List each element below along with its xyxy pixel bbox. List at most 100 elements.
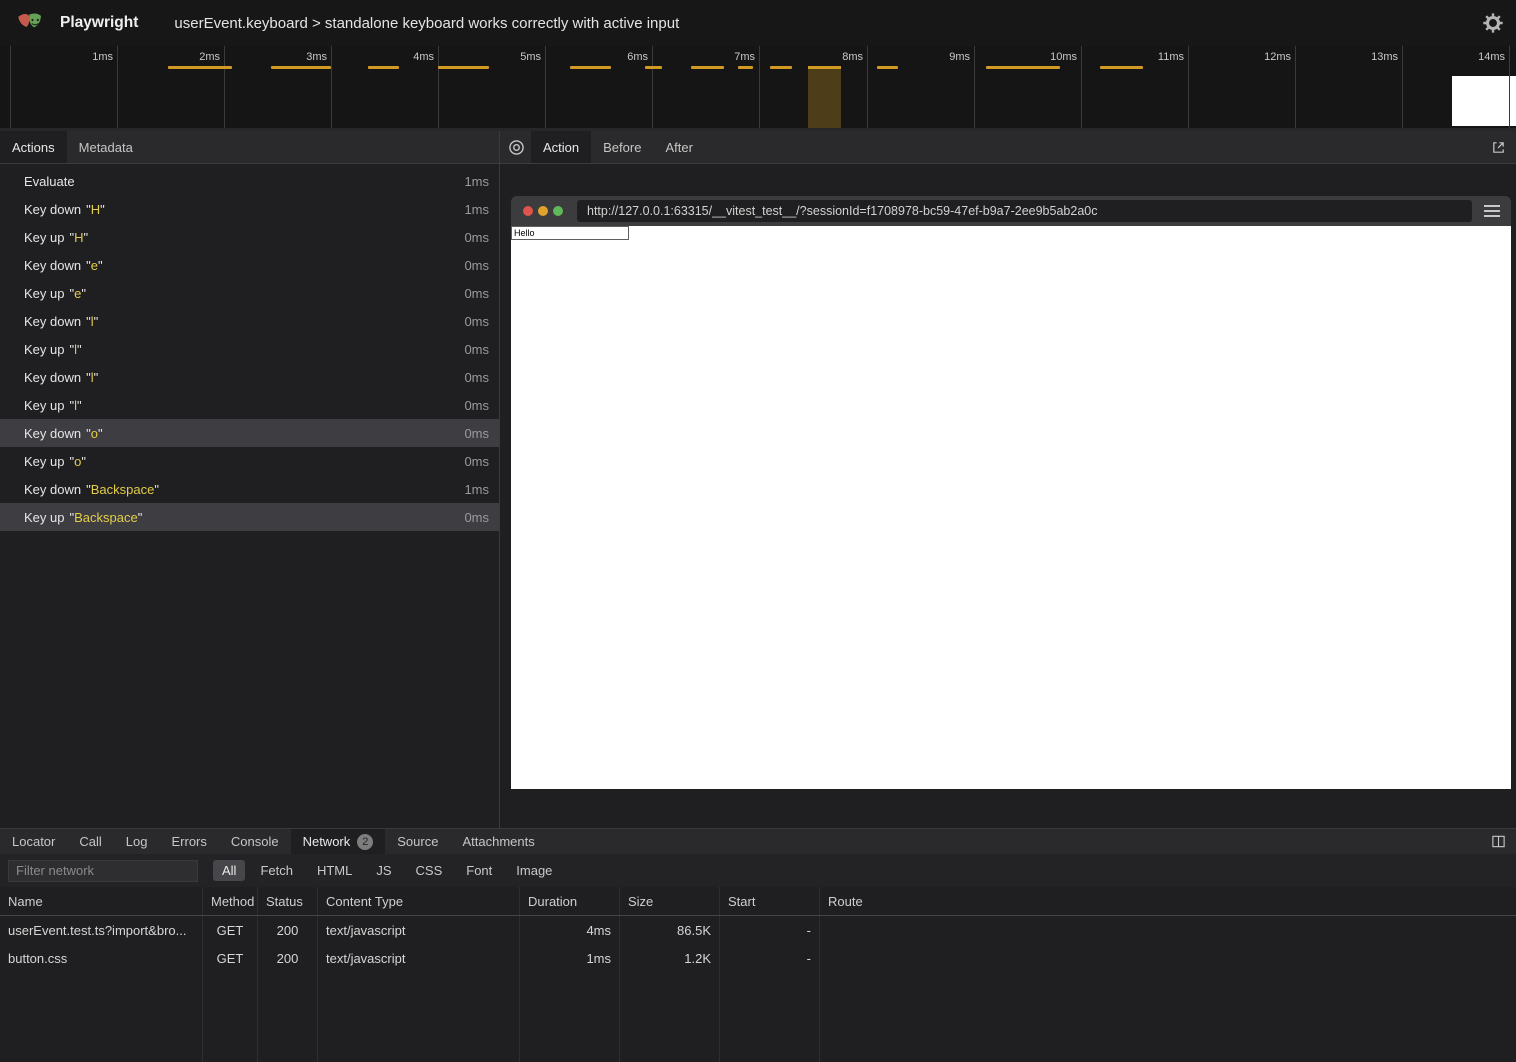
cell-duration: 1ms — [520, 944, 620, 972]
action-key: "H" — [69, 230, 88, 245]
cell-name: userEvent.test.ts?import&bro... — [0, 916, 203, 944]
timeline-gridline — [974, 46, 975, 128]
timeline-action-tick — [570, 66, 611, 69]
cell-method: GET — [203, 944, 258, 972]
column-header-method[interactable]: Method — [203, 887, 258, 915]
main-area: ActionsMetadata Evaluate "" 1ms Key down… — [0, 131, 1516, 828]
filler-cell — [258, 972, 318, 1062]
tab-source[interactable]: Source — [385, 829, 450, 854]
action-key: "H" — [86, 202, 105, 217]
tab-metadata[interactable]: Metadata — [67, 131, 145, 163]
cell-name: button.css — [0, 944, 203, 972]
action-title: Key down — [24, 202, 81, 217]
cell-size: 86.5K — [620, 916, 720, 944]
timeline-gridline — [10, 46, 11, 128]
timeline-label: 2ms — [160, 51, 220, 63]
action-list-item[interactable]: Key up "l" 0ms — [0, 391, 499, 419]
column-header-start[interactable]: Start — [720, 887, 820, 915]
action-list-item[interactable]: Key down "l" 0ms — [0, 363, 499, 391]
filler-cell — [520, 972, 620, 1062]
resource-type-filters: All Fetch HTML JS CSSFont Image — [213, 860, 561, 881]
tab-locator[interactable]: Locator — [0, 829, 67, 854]
tab-console[interactable]: Console — [219, 829, 291, 854]
actions-tabstrip: ActionsMetadata — [0, 131, 499, 164]
filter-chip-all[interactable]: All — [213, 860, 245, 881]
actions-panel: ActionsMetadata Evaluate "" 1ms Key down… — [0, 131, 500, 828]
filler-cell — [203, 972, 258, 1062]
pick-locator-target-icon[interactable] — [500, 131, 531, 163]
timeline[interactable]: 1ms2ms3ms4ms5ms6ms7ms8ms9ms10ms11ms12ms1… — [0, 46, 1516, 131]
action-key: "Backspace" — [86, 482, 159, 497]
filter-chip-image[interactable]: Image — [507, 860, 561, 881]
network-count-badge: 2 — [357, 834, 373, 850]
timeline-gridline — [1188, 46, 1189, 128]
cell-status: 200 — [258, 916, 318, 944]
network-table-filler — [0, 972, 1516, 1062]
action-title: Key down — [24, 370, 81, 385]
cell-content_type: text/javascript — [318, 944, 520, 972]
hamburger-menu-icon — [1484, 205, 1500, 217]
column-header-size[interactable]: Size — [620, 887, 720, 915]
filter-chip-html[interactable]: HTML — [308, 860, 361, 881]
tab-before[interactable]: Before — [591, 131, 653, 163]
cell-route — [820, 944, 1516, 972]
action-duration: 0ms — [464, 230, 489, 245]
network-table-row[interactable]: userEvent.test.ts?import&bro...GET200tex… — [0, 916, 1516, 944]
timeline-label: 13ms — [1338, 51, 1398, 63]
action-list-item[interactable]: Key up "l" 0ms — [0, 335, 499, 363]
page-text-input[interactable] — [511, 226, 629, 240]
filter-network-input[interactable] — [8, 860, 198, 882]
column-header-duration[interactable]: Duration — [520, 887, 620, 915]
open-external-icon[interactable] — [1483, 131, 1516, 163]
tab-log[interactable]: Log — [114, 829, 160, 854]
action-list-item[interactable]: Evaluate "" 1ms — [0, 167, 499, 195]
column-header-content-type[interactable]: Content Type — [318, 887, 520, 915]
column-header-name[interactable]: Name — [0, 887, 203, 915]
action-list-item[interactable]: Key up "e" 0ms — [0, 279, 499, 307]
action-title: Key up — [24, 286, 64, 301]
cell-route — [820, 916, 1516, 944]
action-list-item[interactable]: Key up "o" 0ms — [0, 447, 499, 475]
timeline-label: 7ms — [695, 51, 755, 63]
network-filter-row: All Fetch HTML JS CSSFont Image — [0, 854, 1516, 887]
action-duration: 0ms — [464, 314, 489, 329]
cell-start: - — [720, 916, 820, 944]
tab-action[interactable]: Action — [531, 131, 591, 163]
cell-content_type: text/javascript — [318, 916, 520, 944]
action-duration: 1ms — [464, 482, 489, 497]
action-key: "e" — [69, 286, 85, 301]
filter-chip-css[interactable]: CSS — [407, 860, 452, 881]
cell-duration: 4ms — [520, 916, 620, 944]
action-list-item[interactable]: Key down "e" 0ms — [0, 251, 499, 279]
timeline-label: 14ms — [1445, 51, 1505, 63]
action-list: Evaluate "" 1ms Key down "H" 1ms Key up … — [0, 164, 499, 828]
column-header-status[interactable]: Status — [258, 887, 318, 915]
filter-chip-js[interactable]: JS — [367, 860, 400, 881]
timeline-gridline — [867, 46, 868, 128]
action-list-item[interactable]: Key up "H" 0ms — [0, 223, 499, 251]
settings-gear-icon[interactable] — [1482, 12, 1504, 34]
action-list-item[interactable]: Key down "o" 0ms — [0, 419, 499, 447]
filler-cell — [720, 972, 820, 1062]
tab-actions[interactable]: Actions — [0, 131, 67, 163]
action-list-item[interactable]: Key down "l" 0ms — [0, 307, 499, 335]
action-title: Key down — [24, 314, 81, 329]
timeline-label: 11ms — [1124, 51, 1184, 63]
split-columns-icon[interactable] — [1483, 829, 1516, 854]
tab-errors[interactable]: Errors — [159, 829, 218, 854]
action-duration: 0ms — [464, 426, 489, 441]
filter-chip-fetch[interactable]: Fetch — [251, 860, 302, 881]
action-list-item[interactable]: Key down "H" 1ms — [0, 195, 499, 223]
tab-attachments[interactable]: Attachments — [450, 829, 546, 854]
url-bar: http://127.0.0.1:63315/__vitest_test__/?… — [577, 200, 1472, 222]
tab-call[interactable]: Call — [67, 829, 113, 854]
tab-network[interactable]: Network2 — [291, 829, 386, 854]
column-header-route[interactable]: Route — [820, 887, 1516, 915]
network-table-row[interactable]: button.cssGET200text/javascript1ms1.2K- — [0, 944, 1516, 972]
timeline-label: 3ms — [267, 51, 327, 63]
filter-chip-font[interactable]: Font — [457, 860, 501, 881]
action-list-item[interactable]: Key up "Backspace" 0ms — [0, 503, 499, 531]
action-key: "l" — [86, 370, 98, 385]
action-list-item[interactable]: Key down "Backspace" 1ms — [0, 475, 499, 503]
tab-after[interactable]: After — [653, 131, 704, 163]
